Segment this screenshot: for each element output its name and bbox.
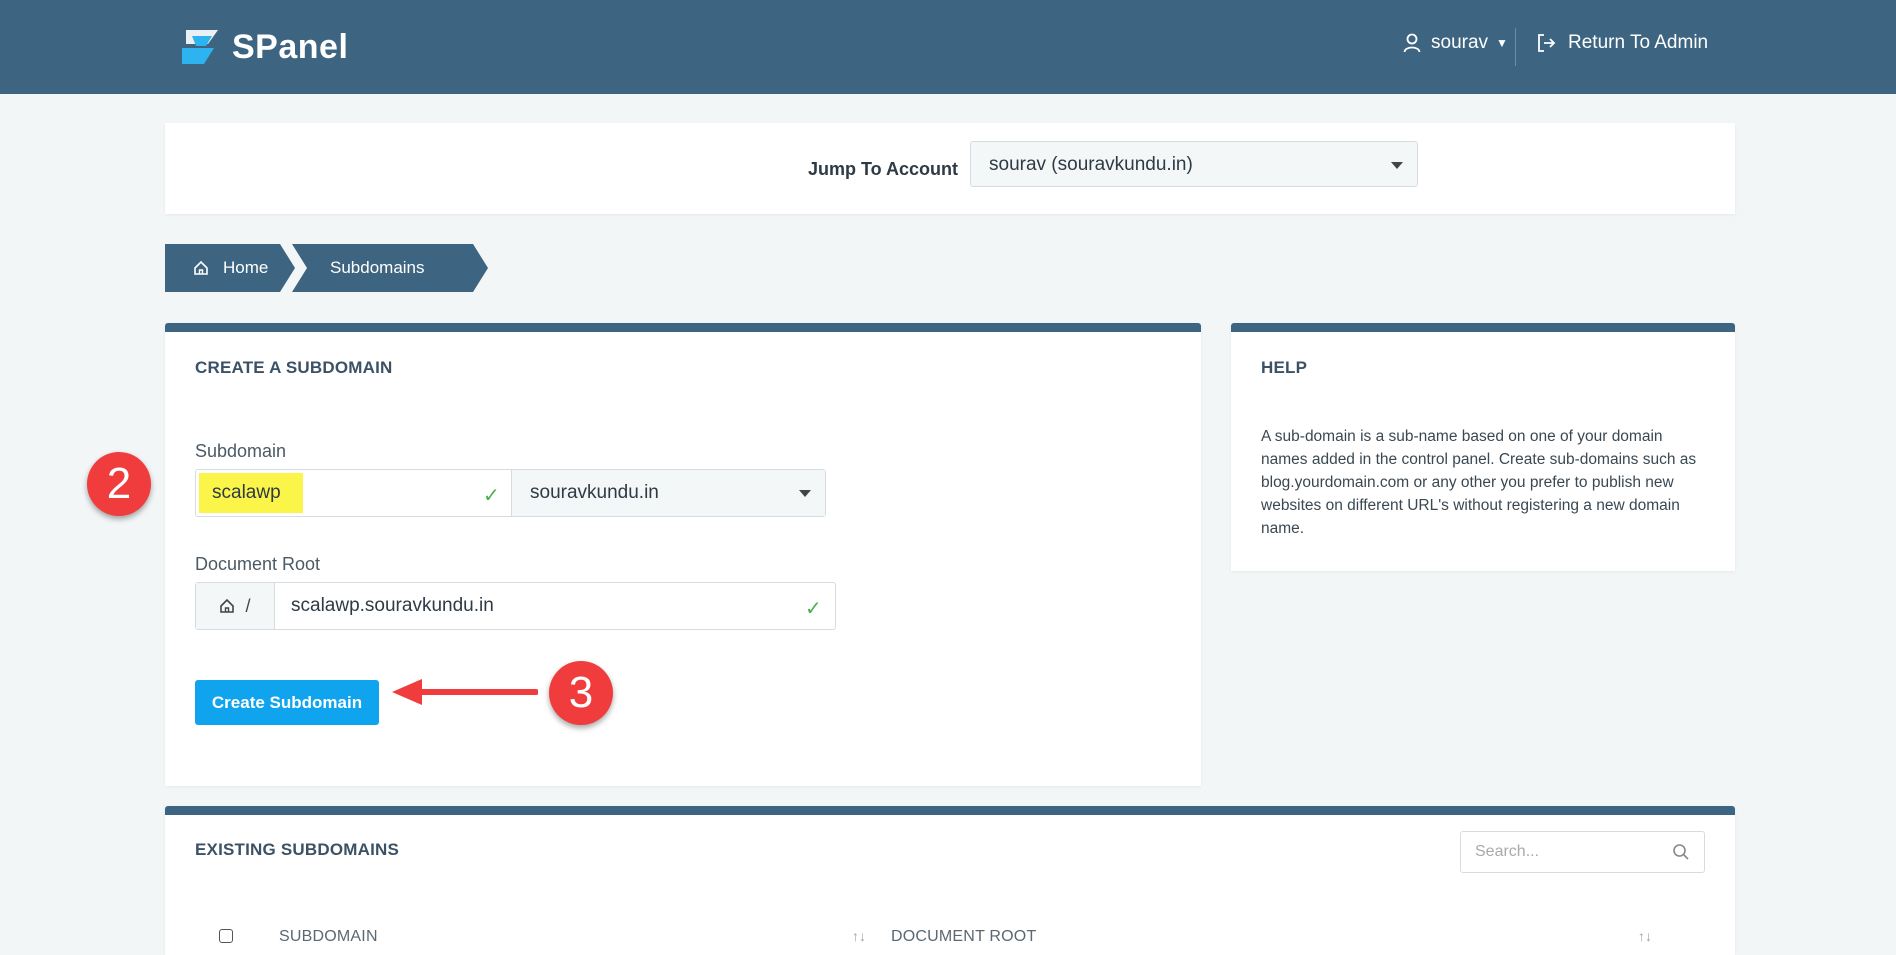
jump-to-account-label: Jump To Account [808, 159, 958, 179]
sort-icon[interactable]: ↑↓ [1638, 928, 1652, 944]
document-root-input-value: scalawp.souravkundu.in [291, 595, 494, 616]
caret-down-icon [799, 490, 811, 497]
domain-select[interactable]: souravkundu.in [511, 470, 825, 516]
check-icon: ✓ [805, 598, 822, 620]
logo-text: SPanel [232, 27, 349, 66]
column-header-subdomain[interactable]: SUBDOMAIN [279, 928, 378, 946]
arrow-left-icon [392, 679, 538, 705]
search-input[interactable] [1473, 842, 1667, 862]
spanel-logo-icon [182, 30, 218, 64]
check-icon: ✓ [483, 485, 500, 507]
user-menu[interactable]: sourav ▼ [1403, 32, 1508, 54]
logout-icon [1538, 34, 1556, 52]
account-select[interactable]: sourav (souravkundu.in) [970, 141, 1418, 187]
breadcrumb-home[interactable]: Home [165, 244, 295, 292]
create-subdomain-button[interactable]: Create Subdomain [195, 680, 379, 725]
subdomain-input[interactable]: scalawp ✓ [196, 470, 511, 516]
step-3-badge: 3 [549, 661, 613, 725]
jump-to-account-card: Jump To Account sourav (souravkundu.in) [165, 123, 1735, 214]
username-label: sourav [1431, 32, 1489, 53]
return-to-admin-label: Return To Admin [1568, 32, 1709, 53]
home-icon [220, 598, 235, 613]
existing-subdomains-card: EXISTING SUBDOMAINS SUBDOMAIN ↑↓ DOCUMEN… [165, 806, 1735, 955]
column-header-document-root[interactable]: DOCUMENT ROOT [891, 928, 1036, 946]
create-subdomain-card: CREATE A SUBDOMAIN Subdomain scalawp ✓ s… [165, 323, 1201, 786]
subdomain-label: Subdomain [195, 441, 287, 461]
user-icon [1403, 33, 1421, 53]
breadcrumb-subdomains[interactable]: Subdomains [292, 244, 488, 292]
search-box [1460, 831, 1705, 873]
subdomain-input-value: scalawp [212, 482, 281, 503]
breadcrumb-home-label: Home [223, 258, 269, 277]
document-root-prefix: / [196, 583, 275, 629]
search-icon [1673, 844, 1689, 860]
caret-down-icon [1391, 162, 1403, 169]
step-2-badge: 2 [87, 452, 151, 516]
document-root-input-group: / scalawp.souravkundu.in ✓ [195, 582, 836, 630]
return-to-admin-link[interactable]: Return To Admin [1536, 32, 1708, 54]
path-separator: / [245, 595, 251, 616]
help-title: HELP [1261, 358, 1308, 377]
help-text: A sub-domain is a sub-name based on one … [1261, 428, 1697, 537]
subdomain-input-group: scalawp ✓ souravkundu.in [195, 469, 826, 517]
topbar-divider [1515, 28, 1516, 66]
create-subdomain-title: CREATE A SUBDOMAIN [195, 358, 393, 377]
help-card: HELP A sub-domain is a sub-name based on… [1231, 323, 1735, 571]
document-root-input[interactable]: scalawp.souravkundu.in ✓ [276, 583, 835, 629]
existing-subdomains-title: EXISTING SUBDOMAINS [195, 840, 400, 859]
top-bar: SPanel sourav ▼ Return To Admin [0, 0, 1896, 94]
home-icon [194, 260, 208, 275]
sort-icon[interactable]: ↑↓ [852, 928, 866, 944]
spanel-logo[interactable]: SPanel [178, 26, 348, 68]
domain-select-value: souravkundu.in [530, 482, 659, 503]
breadcrumb-current-label: Subdomains [330, 258, 425, 277]
document-root-label: Document Root [195, 554, 321, 574]
account-select-value: sourav (souravkundu.in) [989, 154, 1193, 175]
caret-down-icon: ▼ [1496, 36, 1508, 50]
